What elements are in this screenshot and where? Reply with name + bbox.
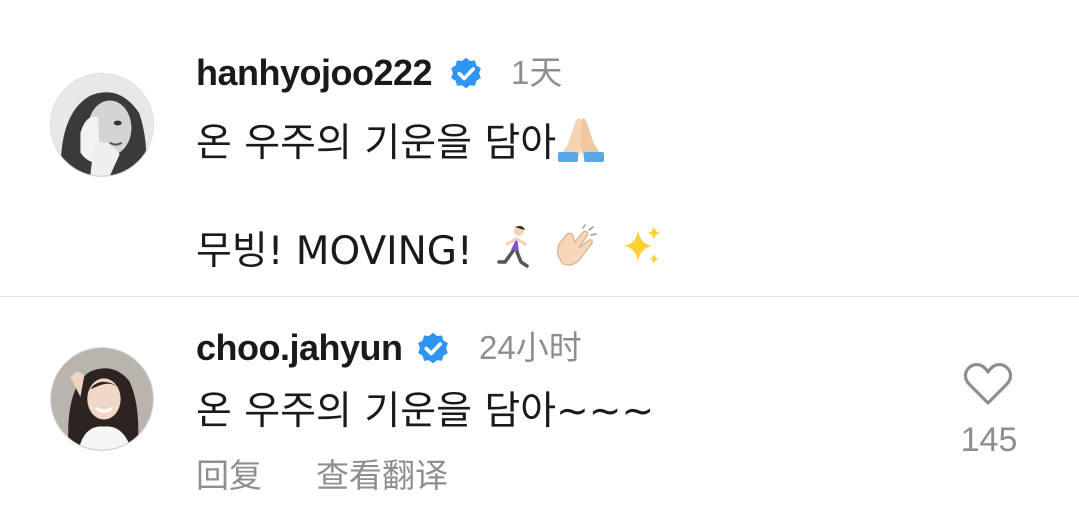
comment-timestamp: 1天 — [511, 54, 563, 91]
comment-text: 무빙! MOVING! — [196, 224, 664, 281]
comment-username[interactable]: choo.jahyun — [196, 328, 403, 368]
woman-running-emoji-icon — [495, 224, 535, 281]
comment-text-line: 온 우주의 기운을 담아 — [196, 121, 557, 166]
comment-text: 온 우주의 기운을 담아~~~ — [196, 389, 655, 434]
reply-button[interactable]: 回复 — [196, 456, 262, 496]
heart-icon[interactable] — [962, 361, 1014, 407]
comment-divider — [0, 296, 1079, 297]
avatar[interactable] — [50, 347, 154, 451]
folded-hands-emoji-icon — [556, 114, 606, 173]
comment-text: 온 우주의 기운을 담아 — [196, 114, 606, 173]
verified-badge-icon — [451, 57, 481, 89]
comment-text-line: 무빙! MOVING! — [196, 229, 473, 274]
avatar[interactable] — [50, 73, 154, 177]
sparkles-emoji-icon — [618, 224, 664, 281]
comment-timestamp: 24小时 — [479, 329, 582, 366]
see-translation-button[interactable]: 查看翻译 — [316, 456, 448, 496]
clapping-hands-emoji-icon — [553, 224, 599, 281]
verified-badge-icon — [418, 332, 448, 364]
comment-username[interactable]: hanhyojoo222 — [196, 53, 433, 93]
like-count: 145 — [960, 421, 1018, 459]
